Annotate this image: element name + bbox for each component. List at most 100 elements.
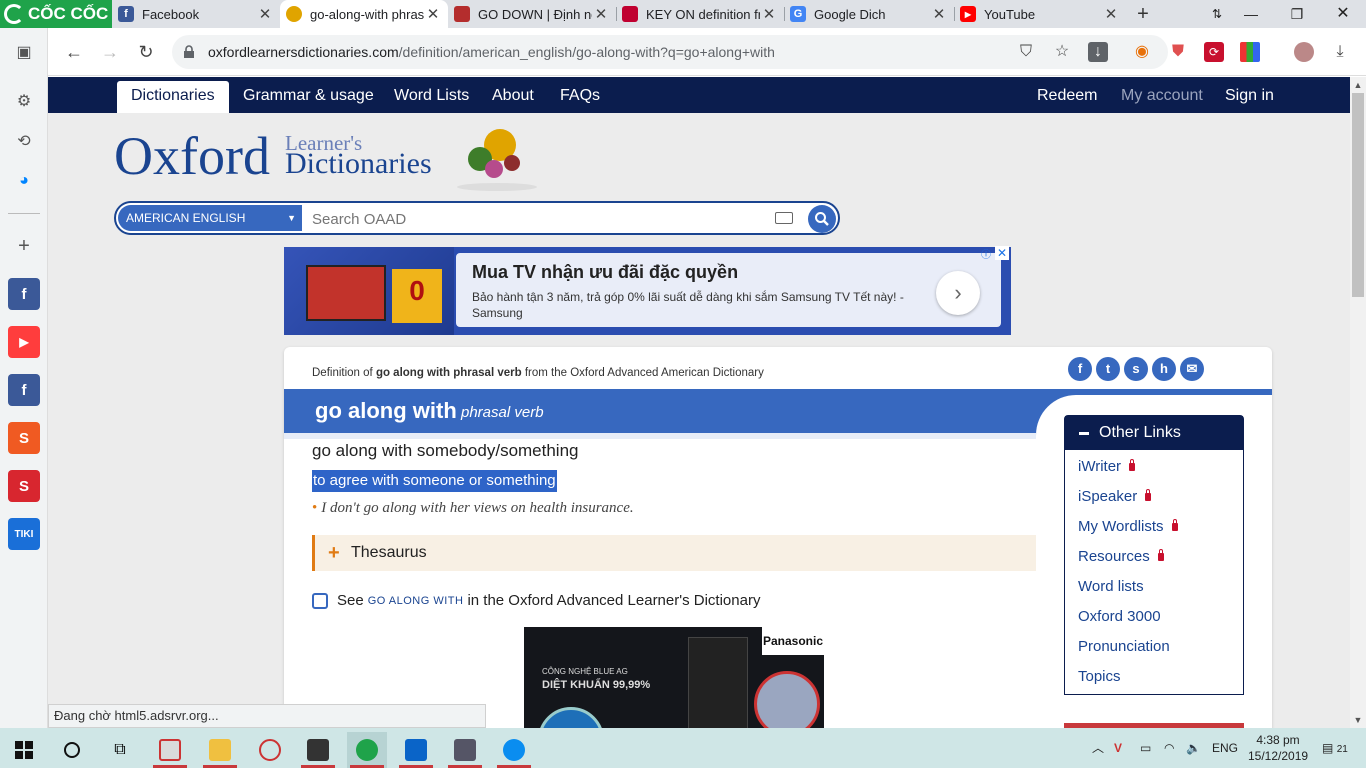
tab-google-dich[interactable]: G Google Dich ✕ bbox=[784, 0, 954, 28]
facebook-icon: f bbox=[118, 6, 134, 22]
close-icon[interactable]: ✕ bbox=[592, 5, 610, 23]
other-link-word-lists[interactable]: Word lists bbox=[1078, 578, 1144, 595]
restore-button[interactable]: ❐ bbox=[1274, 0, 1320, 28]
tray-expand-icon[interactable]: ︿ bbox=[1092, 728, 1104, 768]
file-explorer-icon[interactable] bbox=[200, 732, 240, 768]
dictionary-select[interactable]: AMERICAN ENGLISH ▼ bbox=[118, 205, 302, 231]
extension-coccoc-icon[interactable]: ◉ bbox=[1132, 42, 1152, 62]
other-link-my-wordlists[interactable]: My Wordlists bbox=[1078, 518, 1178, 535]
nav-word-lists[interactable]: Word Lists bbox=[394, 77, 469, 113]
twitter-share-icon[interactable]: t bbox=[1096, 357, 1120, 381]
nav-my-account[interactable]: My account bbox=[1121, 77, 1203, 113]
scroll-down-icon[interactable]: ▼ bbox=[1350, 712, 1366, 728]
nav-about[interactable]: About bbox=[492, 77, 534, 113]
address-bar: ← → ↻ oxfordlearnersdictionaries.com/def… bbox=[48, 28, 1366, 76]
oxford-logo[interactable]: Oxford Learner's Dictionaries bbox=[114, 129, 554, 199]
samsung-banner-ad[interactable]: 0 Mua TV nhận ưu đãi đặc quyền Bảo hành … bbox=[284, 246, 1011, 335]
sidebar-youtube-icon[interactable]: ▶ bbox=[8, 326, 40, 358]
forward-button[interactable]: → bbox=[98, 40, 122, 64]
download-page-icon[interactable]: ↓ bbox=[1088, 42, 1108, 62]
cortana-search-icon[interactable] bbox=[52, 732, 92, 768]
other-link-iwriter[interactable]: iWriter bbox=[1078, 458, 1136, 475]
new-tab-button[interactable]: + bbox=[1132, 3, 1154, 25]
chevron-right-icon[interactable]: › bbox=[936, 271, 980, 315]
hi5-share-icon[interactable]: h bbox=[1152, 357, 1176, 381]
close-icon[interactable]: ✕ bbox=[256, 5, 274, 23]
history-icon[interactable]: ⟲ bbox=[9, 126, 39, 156]
messenger-icon[interactable]: ◕ bbox=[9, 166, 39, 196]
downloads-icon[interactable]: ⤓ bbox=[1330, 42, 1350, 62]
sidebar-facebook-icon[interactable]: f bbox=[8, 278, 40, 310]
see-oald-link[interactable]: See GO ALONG WITH in the Oxford Advanced… bbox=[312, 592, 760, 609]
nav-redeem[interactable]: Redeem bbox=[1037, 77, 1097, 113]
page-scrollbar[interactable]: ▲ ▼ bbox=[1350, 77, 1366, 728]
extension-adblock-icon[interactable]: ⛊ bbox=[1168, 42, 1188, 62]
close-icon[interactable]: ✕ bbox=[424, 5, 442, 23]
ad-info-icon[interactable]: ⓘ bbox=[979, 246, 993, 261]
nav-grammar-usage[interactable]: Grammar & usage bbox=[243, 77, 374, 113]
tab-key-on[interactable]: KEY ON definition from ✕ bbox=[616, 0, 784, 28]
volume-icon[interactable]: 🔈 bbox=[1186, 728, 1201, 768]
nav-sign-in[interactable]: Sign in bbox=[1225, 77, 1274, 113]
scroll-up-icon[interactable]: ▲ bbox=[1350, 77, 1366, 93]
close-window-button[interactable]: ✕ bbox=[1320, 0, 1366, 28]
other-link-ispeaker[interactable]: iSpeaker bbox=[1078, 488, 1152, 505]
outlook-icon[interactable] bbox=[396, 732, 436, 768]
sidebar-sendo-icon[interactable]: S bbox=[8, 470, 40, 502]
zalo-icon[interactable] bbox=[494, 732, 534, 768]
other-link-topics[interactable]: Topics bbox=[1078, 668, 1121, 685]
notification-center-button[interactable]: ▤ 21 bbox=[1322, 728, 1348, 768]
task-view-icon[interactable]: ⧉ bbox=[100, 732, 140, 768]
extension-red-icon[interactable]: ⟳ bbox=[1204, 42, 1224, 62]
input-language[interactable]: ENG bbox=[1212, 728, 1238, 768]
nav-dictionaries[interactable]: Dictionaries bbox=[117, 81, 229, 113]
shield-icon[interactable]: ⛉ bbox=[1016, 42, 1036, 62]
tab-go-down[interactable]: GO DOWN | Định nghĩa ✕ bbox=[448, 0, 616, 28]
sidebar-toggle-icon[interactable]: ▣ bbox=[9, 37, 39, 67]
taskbar-tool-icon[interactable] bbox=[445, 732, 485, 768]
tab-facebook[interactable]: f Facebook ✕ bbox=[112, 0, 280, 28]
other-link-oxford-3000[interactable]: Oxford 3000 bbox=[1078, 608, 1161, 625]
close-icon[interactable]: ✕ bbox=[760, 5, 778, 23]
other-links-header[interactable]: Other Links bbox=[1065, 416, 1243, 450]
ad-card[interactable]: Mua TV nhận ưu đãi đặc quyền Bảo hành tậ… bbox=[456, 253, 1001, 327]
taskbar-app-icon[interactable] bbox=[150, 732, 190, 768]
back-button[interactable]: ← bbox=[62, 40, 86, 64]
ad-close-icon[interactable]: ✕ bbox=[995, 246, 1009, 260]
close-icon[interactable]: ✕ bbox=[930, 5, 948, 23]
nav-faqs[interactable]: FAQs bbox=[560, 77, 600, 113]
coccoc-taskbar-icon[interactable] bbox=[347, 732, 387, 768]
unikey-tray-icon[interactable]: V bbox=[1114, 728, 1122, 768]
settings-gear-icon[interactable]: ⚙ bbox=[9, 86, 39, 116]
tab-youtube[interactable]: ▶ YouTube ✕ bbox=[954, 0, 1126, 28]
windows-start-icon[interactable] bbox=[4, 732, 44, 768]
other-link-pronunciation[interactable]: Pronunciation bbox=[1078, 638, 1170, 655]
snipping-tool-icon[interactable] bbox=[250, 732, 290, 768]
profile-avatar[interactable] bbox=[1294, 42, 1314, 62]
sidebar-tiki-icon[interactable]: TIKI bbox=[8, 518, 40, 550]
scrollbar-thumb[interactable] bbox=[1352, 93, 1364, 297]
add-app-icon[interactable]: + bbox=[9, 231, 39, 261]
email-share-icon[interactable]: ✉ bbox=[1180, 357, 1204, 381]
close-icon[interactable]: ✕ bbox=[1102, 5, 1120, 23]
search-button[interactable] bbox=[808, 205, 836, 233]
sidebar-shopee-icon[interactable]: S bbox=[8, 422, 40, 454]
search-input[interactable] bbox=[312, 208, 762, 230]
wifi-icon[interactable]: ◠ bbox=[1164, 728, 1174, 768]
keyboard-icon[interactable] bbox=[775, 212, 793, 224]
other-link-resources[interactable]: Resources bbox=[1078, 548, 1164, 565]
panasonic-banner-ad[interactable]: Panasonic CÔNG NGHỆ BLUE AG DIỆT KHUẨN 9… bbox=[524, 627, 824, 728]
bookmark-star-icon[interactable]: ☆ bbox=[1052, 42, 1072, 62]
clock[interactable]: 4:38 pm 15/12/2019 bbox=[1248, 732, 1308, 764]
stumbleupon-share-icon[interactable]: s bbox=[1124, 357, 1148, 381]
extension-colorful-icon[interactable] bbox=[1240, 42, 1260, 62]
coccoc-menu-button[interactable]: CỐC CỐC bbox=[0, 0, 112, 28]
reload-button[interactable]: ↻ bbox=[134, 40, 158, 64]
facebook-share-icon[interactable]: f bbox=[1068, 357, 1092, 381]
battery-icon[interactable]: ▭ bbox=[1140, 728, 1151, 768]
sticky-app-icon[interactable] bbox=[298, 732, 338, 768]
tab-go-along-with[interactable]: go-along-with phrasal verb ✕ bbox=[280, 0, 448, 28]
sidebar-facebook-2-icon[interactable]: f bbox=[8, 374, 40, 406]
thesaurus-toggle[interactable]: + Thesaurus bbox=[312, 535, 1036, 571]
minimize-button[interactable]: — bbox=[1228, 0, 1274, 28]
